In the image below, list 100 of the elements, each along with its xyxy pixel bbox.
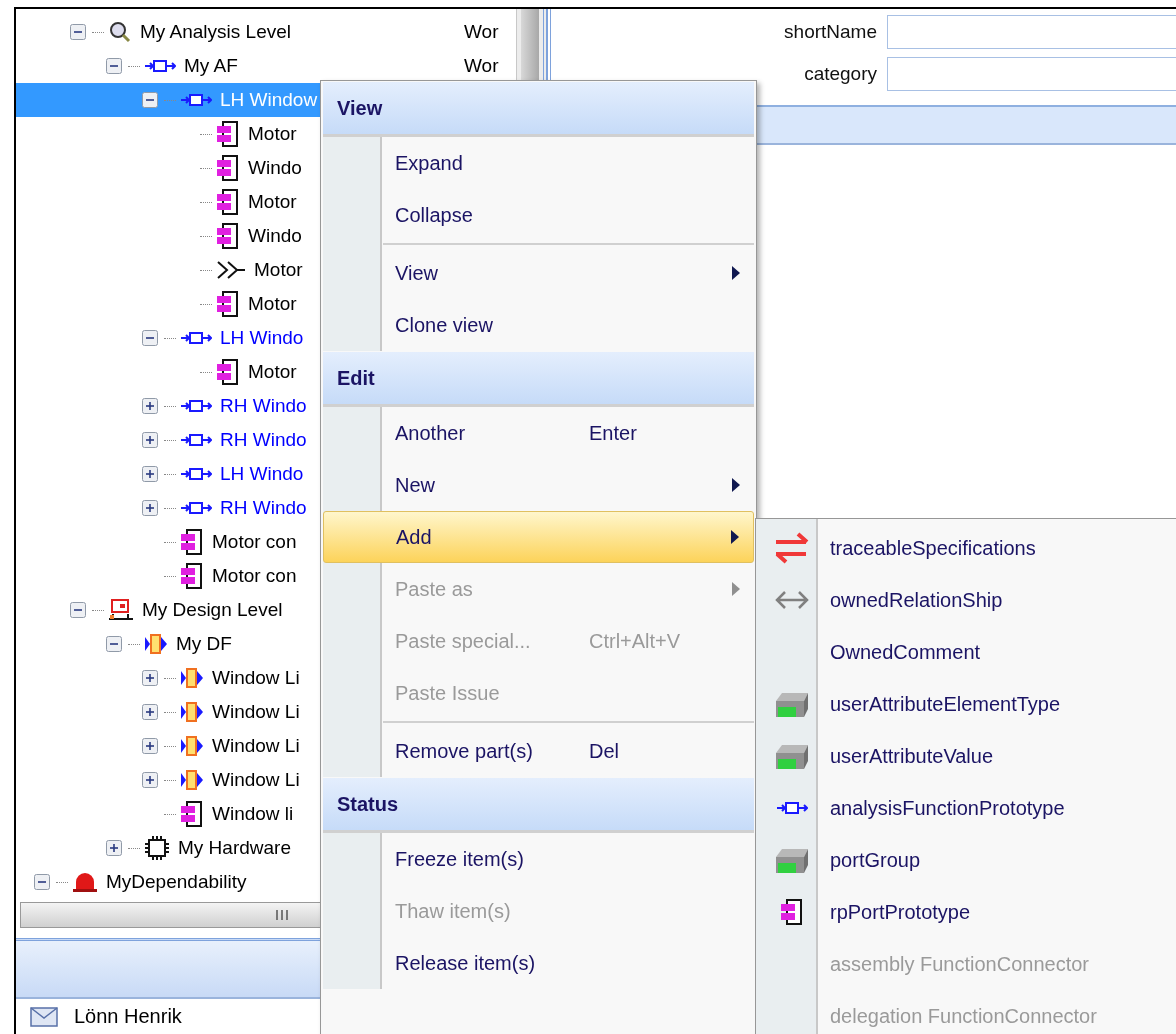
tree-item-label: RH Windo [220, 395, 307, 417]
collapse-icon[interactable] [106, 636, 122, 652]
function-block-icon [180, 330, 212, 346]
menu-item[interactable]: analysisFunctionPrototype [756, 782, 1176, 834]
expand-icon[interactable] [142, 500, 158, 516]
tree-item[interactable]: My Analysis Level [16, 15, 464, 49]
shortcut-label: Del [589, 739, 619, 763]
tree-item-label: Window li [212, 803, 294, 825]
menu-item[interactable]: rpPortPrototype [756, 886, 1176, 938]
design-function-icon [144, 633, 168, 655]
menu-item[interactable]: Add [323, 511, 754, 563]
alarm-dome-icon [72, 872, 98, 892]
menu-item[interactable]: traceableSpecifications [756, 522, 1176, 574]
menu-item[interactable]: View [323, 241, 754, 299]
tree-item-label: LH Window [220, 89, 318, 111]
submenu-arrow-icon [732, 582, 740, 596]
double-chevron-icon [216, 260, 246, 280]
tree-item-label: Motor [248, 191, 297, 213]
tree-item-label: LH Windo [220, 463, 304, 485]
expand-icon[interactable] [142, 670, 158, 686]
tree-item-label: Windo [248, 225, 302, 247]
tree-item-label: Motor con [212, 531, 297, 553]
tree-item-label: Window Li [212, 667, 300, 689]
submenu-arrow-icon [732, 478, 740, 492]
menu-item[interactable]: userAttributeElementType [756, 678, 1176, 730]
port-component-icon [216, 121, 240, 147]
submenu-arrow-icon [732, 266, 740, 280]
collapse-icon[interactable] [70, 602, 86, 618]
expand-icon[interactable] [142, 704, 158, 720]
tree-item-label: Window Li [212, 769, 300, 791]
function-block-icon [776, 800, 808, 816]
function-block-icon [180, 500, 212, 516]
tree-item-label: Motor [248, 361, 297, 383]
magnifier-icon [108, 20, 132, 44]
tree-item-label: LH Windo [220, 327, 304, 349]
field-label: category [803, 63, 877, 85]
port-component-icon [216, 359, 240, 385]
menu-section-header: Edit [323, 352, 754, 407]
menu-item[interactable]: ownedRelationShip [756, 574, 1176, 626]
design-level-icon [108, 598, 134, 622]
port-component-icon [216, 223, 240, 249]
tree-item-label: My Analysis Level [140, 21, 291, 43]
port-component-icon [216, 155, 240, 181]
text-field[interactable] [887, 15, 1176, 49]
port-component-icon [216, 189, 240, 215]
menu-section-header: View [323, 82, 754, 137]
tree-item-label: Motor con [212, 565, 297, 587]
field-label: shortName [783, 21, 877, 43]
tree-item-label: RH Windo [220, 497, 307, 519]
swap-arrows-icon [774, 531, 810, 565]
design-function-icon [180, 667, 204, 689]
tree-item-label: Motor [248, 123, 297, 145]
shortcut-label: Enter [589, 421, 637, 445]
collapse-icon[interactable] [106, 58, 122, 74]
text-field[interactable] [887, 57, 1176, 91]
tree-item-label: My AF [184, 55, 238, 77]
tree-item-label: My DF [176, 633, 232, 655]
tree-item-label: RH Windo [220, 429, 307, 451]
expand-icon[interactable] [142, 398, 158, 414]
collapse-icon[interactable] [70, 24, 86, 40]
grip-icon [274, 910, 289, 920]
user-name: Lönn Henrik [74, 1005, 182, 1028]
function-block-icon [180, 92, 212, 108]
design-function-icon [180, 701, 204, 723]
port-component-icon [180, 529, 204, 555]
expand-icon[interactable] [142, 432, 158, 448]
menu-section-header: Status [323, 778, 754, 833]
menu-item[interactable]: Collapse [323, 189, 754, 241]
port-component-icon [180, 801, 204, 827]
table-cell: Wor [464, 55, 499, 76]
tree-item-label: My Design Level [142, 599, 283, 621]
tree-item-label: Windo [248, 157, 302, 179]
menu-item[interactable]: Clone view [323, 299, 754, 351]
port-component-icon [780, 899, 804, 925]
shortcut-label: Ctrl+Alt+V [589, 629, 681, 653]
envelope-icon [30, 1006, 58, 1027]
tree-item-label: Motor [254, 259, 303, 281]
function-block-icon [180, 398, 212, 414]
menu-item[interactable]: portGroup [756, 834, 1176, 886]
menu-item[interactable]: userAttributeValue [756, 730, 1176, 782]
collapse-icon[interactable] [34, 874, 50, 890]
expand-icon[interactable] [142, 466, 158, 482]
menu-item[interactable]: OwnedComment [756, 626, 1176, 678]
collapse-icon[interactable] [142, 92, 158, 108]
port-component-icon [216, 291, 240, 317]
design-function-icon [180, 735, 204, 757]
tree-item-label: Window Li [212, 735, 300, 757]
tree-item-label: MyDependability [106, 871, 247, 893]
tree-item[interactable]: My AF [16, 49, 464, 83]
expand-icon[interactable] [106, 840, 122, 856]
collapse-icon[interactable] [142, 330, 158, 346]
submenu-arrow-icon [731, 530, 739, 544]
tree-item-label: Window Li [212, 701, 300, 723]
function-block-icon [180, 466, 212, 482]
design-function-icon [180, 769, 204, 791]
tree-item-label: Motor [248, 293, 297, 315]
expand-icon[interactable] [142, 738, 158, 754]
table-cell: Wor [464, 21, 499, 42]
menu-item[interactable]: Release item(s) [323, 937, 754, 989]
expand-icon[interactable] [142, 772, 158, 788]
